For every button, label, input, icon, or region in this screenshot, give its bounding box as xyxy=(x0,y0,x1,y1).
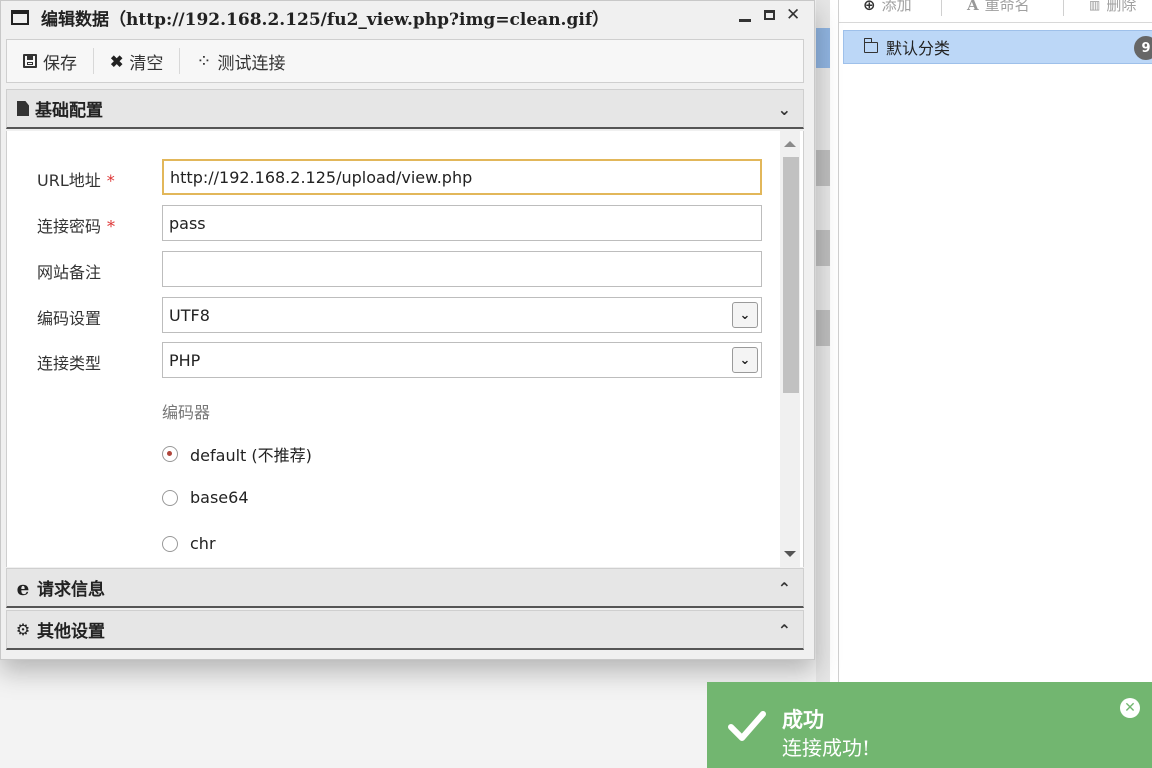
toast-close-button[interactable]: ✕ xyxy=(1120,698,1140,718)
type-row: 连接类型 PHP ⌄ xyxy=(7,342,787,378)
encoder-option-default[interactable]: default (不推荐) xyxy=(162,442,312,466)
save-button[interactable]: 保存 xyxy=(7,49,93,74)
edit-data-dialog: 编辑数据（http://192.168.2.125/fu2_view.php?i… xyxy=(0,0,815,660)
trash-icon: ▥ xyxy=(1089,0,1101,12)
toast-title: 成功 xyxy=(782,707,824,732)
ie-browser-icon: e xyxy=(16,575,30,600)
toast-message: 连接成功! xyxy=(782,736,871,760)
scroll-up-arrow-icon[interactable] xyxy=(784,141,796,147)
category-panel: ⊕ 添加 A 重命名 ▥ 删除 默认分类 9 xyxy=(838,0,1152,768)
encoder-title: 编码器 xyxy=(162,403,211,422)
close-icon: ✖ xyxy=(110,51,124,71)
maximize-icon xyxy=(763,10,775,20)
rename-category-button[interactable]: A 重命名 xyxy=(967,0,1030,15)
encoder-option-chr[interactable]: chr xyxy=(162,534,216,553)
dialog-toolbar: 保存 ✖ 清空 ⁘ 测试连接 xyxy=(6,39,804,83)
minimize-icon xyxy=(739,19,751,22)
category-count-badge: 9 xyxy=(1134,36,1152,60)
test-connection-button[interactable]: ⁘ 测试连接 xyxy=(180,49,301,74)
category-toolbar: ⊕ 添加 A 重命名 ▥ 删除 xyxy=(839,0,1152,23)
category-item-default[interactable]: 默认分类 9 xyxy=(843,30,1152,64)
add-category-button[interactable]: ⊕ 添加 xyxy=(863,0,912,15)
url-label: URL地址 * xyxy=(37,171,115,190)
spinner-icon: ⁘ xyxy=(196,50,212,72)
accordion-request-info[interactable]: e 请求信息 ⌃ xyxy=(6,568,804,608)
close-icon: ✕ xyxy=(786,5,801,25)
scroll-down-arrow-icon[interactable] xyxy=(784,551,796,557)
radio-button[interactable] xyxy=(162,535,178,552)
chevron-up-icon: ⌃ xyxy=(777,621,791,640)
accordion-other-settings[interactable]: ⚙ 其他设置 ⌃ xyxy=(6,610,804,650)
radio-button[interactable] xyxy=(162,446,178,462)
delete-category-button[interactable]: ▥ 删除 xyxy=(1089,0,1136,15)
close-icon: ✕ xyxy=(1124,700,1136,716)
success-toast: 成功 连接成功! ✕ xyxy=(707,682,1152,768)
chevron-down-icon[interactable]: ⌄ xyxy=(732,302,758,328)
background-scroll-strip xyxy=(816,0,830,768)
radio-button[interactable] xyxy=(162,489,178,506)
panel-scrollbar[interactable] xyxy=(780,131,800,567)
url-row: URL地址 * http://192.168.2.125/upload/view.… xyxy=(7,159,787,195)
clear-button[interactable]: ✖ 清空 xyxy=(94,49,179,74)
password-row: 连接密码 * pass xyxy=(7,205,787,241)
chevron-down-icon: ⌄ xyxy=(777,100,791,119)
accordion-basic-config[interactable]: 基础配置 ⌄ xyxy=(6,89,804,129)
encoding-label: 编码设置 xyxy=(37,309,102,328)
minimize-button[interactable] xyxy=(738,5,752,27)
type-label: 连接类型 xyxy=(37,354,102,373)
chevron-down-icon[interactable]: ⌄ xyxy=(732,347,758,373)
toolbar-divider xyxy=(941,0,942,16)
checkmark-icon xyxy=(728,711,766,741)
chevron-up-icon: ⌃ xyxy=(777,579,791,598)
toolbar-divider xyxy=(1063,0,1064,16)
scrollbar-thumb[interactable] xyxy=(783,157,799,393)
password-input[interactable]: pass xyxy=(162,205,762,241)
dialog-titlebar[interactable]: 编辑数据（http://192.168.2.125/fu2_view.php?i… xyxy=(1,1,814,33)
url-input[interactable]: http://192.168.2.125/upload/view.php xyxy=(162,159,762,195)
note-input[interactable] xyxy=(162,251,762,287)
close-button[interactable]: ✕ xyxy=(786,5,800,27)
note-label: 网站备注 xyxy=(37,263,102,282)
floppy-disk-icon xyxy=(23,54,37,68)
encoding-row: 编码设置 UTF8 ⌄ xyxy=(7,297,787,333)
gears-icon: ⚙ xyxy=(15,620,31,639)
plus-circle-icon: ⊕ xyxy=(863,0,876,14)
document-icon xyxy=(17,101,29,116)
dialog-title: 编辑数据（http://192.168.2.125/fu2_view.php?i… xyxy=(41,9,610,30)
font-icon: A xyxy=(967,0,979,14)
folder-icon xyxy=(863,37,878,53)
maximize-button[interactable] xyxy=(762,5,776,27)
password-label: 连接密码 * xyxy=(37,217,116,236)
note-row: 网站备注 xyxy=(7,251,787,287)
connection-type-select[interactable]: PHP ⌄ xyxy=(162,342,762,378)
basic-config-panel: URL地址 * http://192.168.2.125/upload/view.… xyxy=(6,131,804,567)
encoder-option-base64[interactable]: base64 xyxy=(162,488,249,507)
encoding-select[interactable]: UTF8 ⌄ xyxy=(162,297,762,333)
window-icon xyxy=(11,9,29,25)
